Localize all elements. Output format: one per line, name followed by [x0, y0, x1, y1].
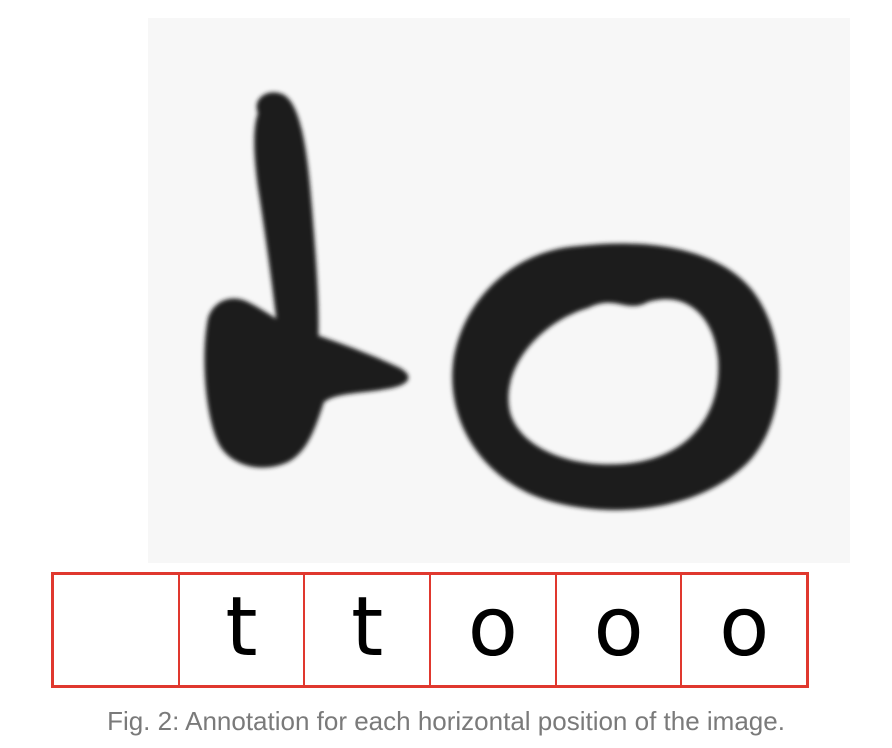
figure-caption: Fig. 2: Annotation for each horizontal p…: [107, 706, 785, 736]
annotation-cell: o: [680, 575, 806, 685]
handwriting-image: [148, 18, 850, 563]
annotation-cell: o: [429, 575, 555, 685]
annotation-cell: t: [303, 575, 429, 685]
annotation-cell: [54, 575, 178, 685]
annotation-strip: t t o o o: [51, 572, 809, 688]
annotation-cell: o: [554, 575, 681, 685]
annotation-cell: t: [177, 575, 304, 685]
figure: t t o o o Fig. 2: Annotation for each ho…: [0, 0, 892, 748]
handwritten-word-icon: [204, 92, 779, 511]
